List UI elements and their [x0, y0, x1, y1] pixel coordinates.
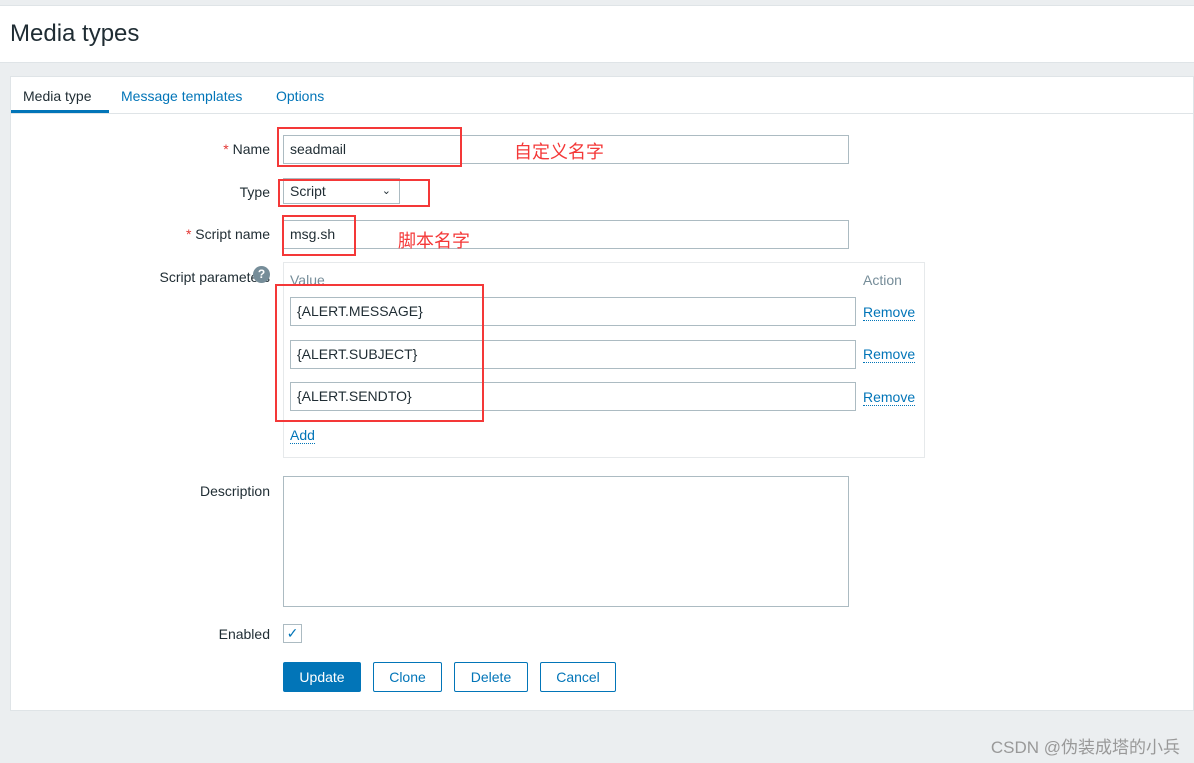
description-label: Description [199, 483, 270, 499]
tab-media-type[interactable]: Media type [23, 88, 91, 104]
annotation-box-type [278, 179, 430, 207]
clone-button[interactable]: Clone [373, 662, 442, 692]
enabled-label: Enabled [218, 626, 270, 642]
name-label-text: Name [232, 141, 270, 157]
tab-options[interactable]: Options [276, 88, 324, 104]
page-title: Media types [10, 20, 140, 47]
script-name-label-text: Script name [195, 226, 270, 242]
required-mark: * [185, 226, 192, 242]
remove-param-3[interactable]: Remove [863, 389, 916, 406]
remove-param-1[interactable]: Remove [863, 304, 916, 321]
enabled-checkbox[interactable]: ✓ [283, 624, 302, 643]
params-header-action: Action [863, 272, 902, 288]
help-icon[interactable]: ? [253, 266, 270, 283]
remove-param-2[interactable]: Remove [863, 346, 916, 363]
annotation-script-note: 脚本名字 [398, 231, 470, 251]
description-textarea[interactable] [283, 476, 849, 607]
tab-message-templates[interactable]: Message templates [121, 88, 242, 104]
add-param-link[interactable]: Add [290, 427, 315, 444]
watermark: CSDN @伪装成塔的小兵 [990, 738, 1180, 757]
update-button[interactable]: Update [283, 662, 361, 692]
script-name-input[interactable]: msg.sh [283, 220, 849, 249]
annotation-box-name [277, 127, 462, 167]
page-header [0, 5, 1194, 63]
annotation-box-params [275, 284, 484, 422]
annotation-box-script-name [282, 215, 356, 256]
delete-button[interactable]: Delete [454, 662, 528, 692]
required-mark: * [223, 141, 229, 157]
annotation-name-note: 自定义名字 [514, 142, 604, 162]
name-label: * Name [223, 141, 270, 157]
tab-divider [11, 113, 1194, 114]
checkmark-icon: ✓ [286, 625, 299, 641]
script-name-label: * Script name [186, 226, 270, 242]
cancel-button[interactable]: Cancel [540, 662, 616, 692]
type-label: Type [239, 184, 270, 200]
